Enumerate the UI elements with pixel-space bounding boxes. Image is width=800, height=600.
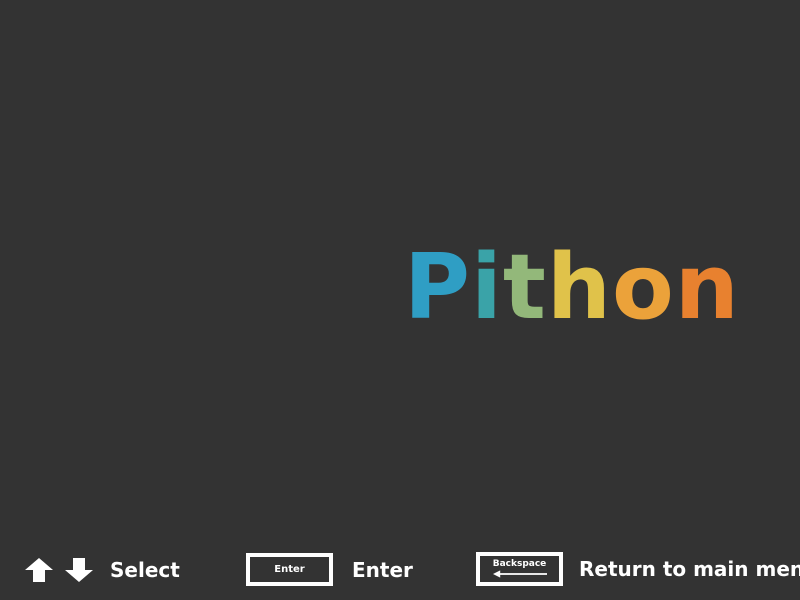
enter-key-label: Enter (274, 564, 305, 575)
enter-label: Enter (352, 557, 413, 582)
arrow-up-icon (25, 558, 53, 582)
title-letter: i (470, 235, 503, 340)
title-letter: n (674, 235, 740, 340)
backspace-key: Backspace (476, 552, 563, 586)
back-label: Return to main menu (579, 557, 800, 581)
arrow-down-icon (65, 558, 93, 582)
title-letter: h (546, 235, 612, 340)
title-letter: o (611, 235, 675, 340)
game-title: Pithon (404, 238, 740, 338)
back-hint: Backspace Return to main menu (476, 552, 800, 586)
enter-key: Enter (246, 553, 333, 586)
title-letter: t (502, 235, 547, 340)
enter-hint: Enter Enter (246, 553, 413, 586)
select-hint: Select (24, 555, 180, 585)
backspace-key-label: Backspace (492, 559, 547, 569)
backspace-arrow-icon (492, 570, 547, 578)
title-letter: P (404, 235, 471, 340)
select-label: Select (110, 558, 180, 582)
